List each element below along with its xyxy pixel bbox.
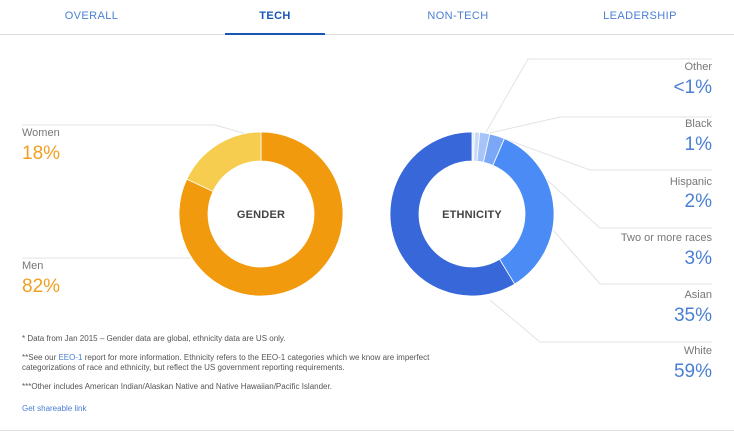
men-value: 82% (22, 276, 61, 297)
bottom-divider (0, 430, 734, 431)
footnote-3: ***Other includes American Indian/Alaska… (22, 382, 332, 391)
tab-tech[interactable]: TECH (225, 0, 325, 35)
tab-overall[interactable]: OVERALL (0, 0, 183, 34)
tab-non-tech[interactable]: NON-TECH (383, 0, 533, 34)
two-or-more-label: Two or more races (620, 232, 712, 244)
two-or-more-value: 3% (684, 248, 712, 269)
asian-value: 35% (673, 305, 712, 326)
donut-slice-women[interactable] (186, 131, 262, 192)
other-value: <1% (673, 77, 712, 98)
footnote-2: **See our EEO-1 report for more informat… (22, 353, 452, 373)
white-label: White (683, 345, 712, 357)
hispanic-value: 2% (684, 191, 712, 212)
tab-bar: OVERALL TECH NON-TECH LEADERSHIP (0, 0, 734, 35)
gender-center-label: GENDER (237, 209, 285, 221)
asian-label: Asian (684, 289, 712, 301)
white-value: 59% (673, 361, 712, 382)
footnote-2-suffix: report for more information. Ethnicity r… (22, 353, 430, 372)
leader-lines (22, 58, 712, 343)
leader-line-black (489, 116, 712, 134)
men-label: Men (22, 260, 44, 272)
women-value: 18% (22, 143, 61, 164)
eeo1-report-link[interactable]: EEO-1 (58, 353, 82, 362)
tab-leadership[interactable]: LEADERSHIP (565, 0, 715, 34)
black-value: 1% (684, 134, 712, 155)
get-shareable-link[interactable]: Get shareable link (22, 404, 86, 413)
black-label: Black (685, 118, 712, 130)
other-label: Other (684, 61, 712, 73)
footnote-1: * Data from Jan 2015 – Gender data are g… (22, 334, 286, 343)
women-label: Women (22, 127, 60, 139)
footnote-2-prefix: **See our (22, 353, 59, 362)
ethnicity-center-label: ETHNICITY (442, 209, 502, 221)
hispanic-label: Hispanic (669, 176, 712, 188)
donut-slice-asian[interactable] (492, 138, 555, 285)
